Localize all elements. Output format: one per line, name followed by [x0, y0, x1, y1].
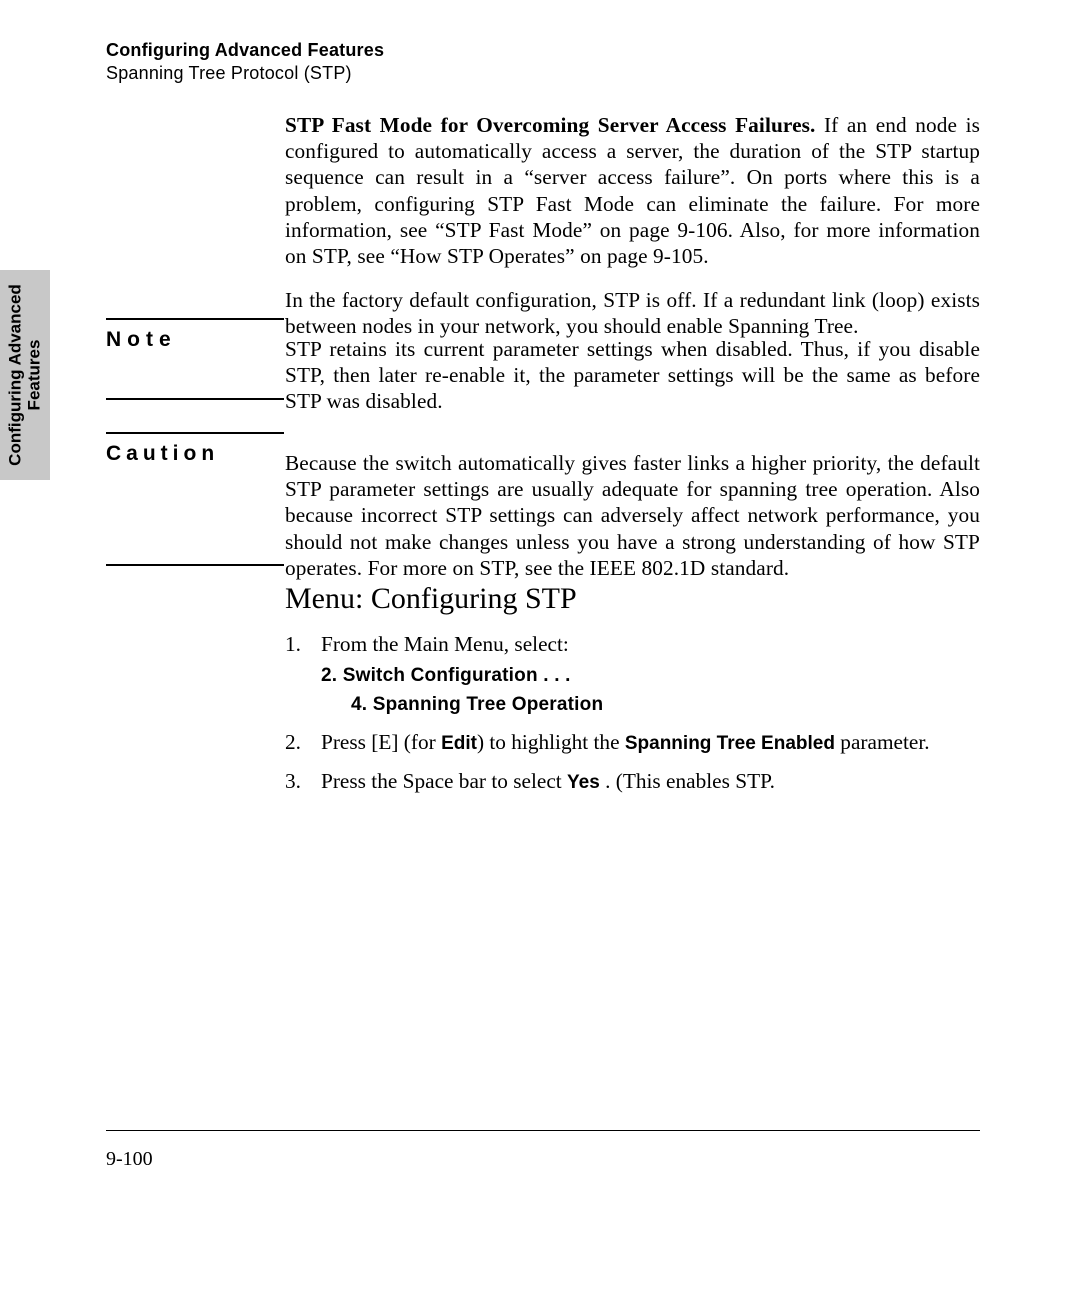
intro-paragraph-1: STP Fast Mode for Overcoming Server Acce…	[285, 112, 980, 269]
caution-body: Because the switch automatically gives f…	[285, 432, 980, 581]
header-title: Configuring Advanced Features	[106, 40, 384, 61]
step-1-number: 1.	[285, 630, 319, 718]
note-bottom-rule	[106, 398, 284, 400]
step-3-number: 3.	[285, 767, 319, 796]
step-2-number: 2.	[285, 728, 319, 757]
caution-block: Caution Because the switch automatically…	[106, 432, 980, 566]
step-3: 3. Press the Space bar to select Yes . (…	[285, 767, 980, 796]
step-2-body: Press [E] (for Edit) to highlight the Sp…	[321, 728, 980, 757]
menu-section: Menu: Configuring STP 1. From the Main M…	[285, 572, 980, 806]
side-tab-label: Configuring Advanced Features	[6, 284, 43, 466]
ordered-steps: 1. From the Main Menu, select: 2. Switch…	[285, 630, 980, 796]
body-column: STP Fast Mode for Overcoming Server Acce…	[285, 112, 980, 340]
footer-rule	[106, 1130, 980, 1131]
step-2-pre: Press [E] (for	[321, 730, 441, 754]
step-2: 2. Press [E] (for Edit) to highlight the…	[285, 728, 980, 757]
step-1: 1. From the Main Menu, select: 2. Switch…	[285, 630, 980, 718]
step-2-mid: ) to highlight the	[477, 730, 625, 754]
step-1-body: From the Main Menu, select: 2. Switch Co…	[321, 630, 980, 718]
page: Configuring Advanced Features Configurin…	[0, 0, 1080, 1296]
step-3-post: . (This enables STP.	[600, 769, 775, 793]
side-tab: Configuring Advanced Features	[0, 270, 50, 480]
side-tab-line1: Configuring Advanced	[5, 284, 24, 466]
step-3-pre: Press the Space bar to select	[321, 769, 567, 793]
step-3-yes: Yes	[567, 772, 600, 793]
step-2-param: Spanning Tree Enabled	[625, 733, 835, 754]
note-body: STP retains its current parameter settin…	[285, 318, 980, 415]
step-2-edit-rest: dit	[454, 733, 477, 754]
step-2-edit-underline: E	[441, 733, 454, 754]
step-1-text: From the Main Menu, select:	[321, 632, 569, 656]
caution-bottom-rule	[106, 564, 284, 566]
side-tab-line2: Features	[24, 340, 43, 411]
step-3-body: Press the Space bar to select Yes . (Thi…	[321, 767, 980, 796]
step-1-sub1: 2. Switch Configuration . . .	[321, 663, 980, 689]
note-top-rule	[106, 318, 284, 320]
section-heading: Menu: Configuring STP	[285, 582, 980, 616]
step-2-post: parameter.	[835, 730, 930, 754]
page-number: 9-100	[106, 1148, 153, 1171]
intro-p1-heading: STP Fast Mode for Overcoming Server Acce…	[285, 113, 824, 137]
note-block: Note STP retains its current parameter s…	[106, 318, 980, 400]
step-1-sub2: 4. Spanning Tree Operation	[351, 692, 980, 718]
header-subtitle: Spanning Tree Protocol (STP)	[106, 63, 384, 84]
caution-top-rule	[106, 432, 284, 434]
running-header: Configuring Advanced Features Spanning T…	[106, 40, 384, 84]
